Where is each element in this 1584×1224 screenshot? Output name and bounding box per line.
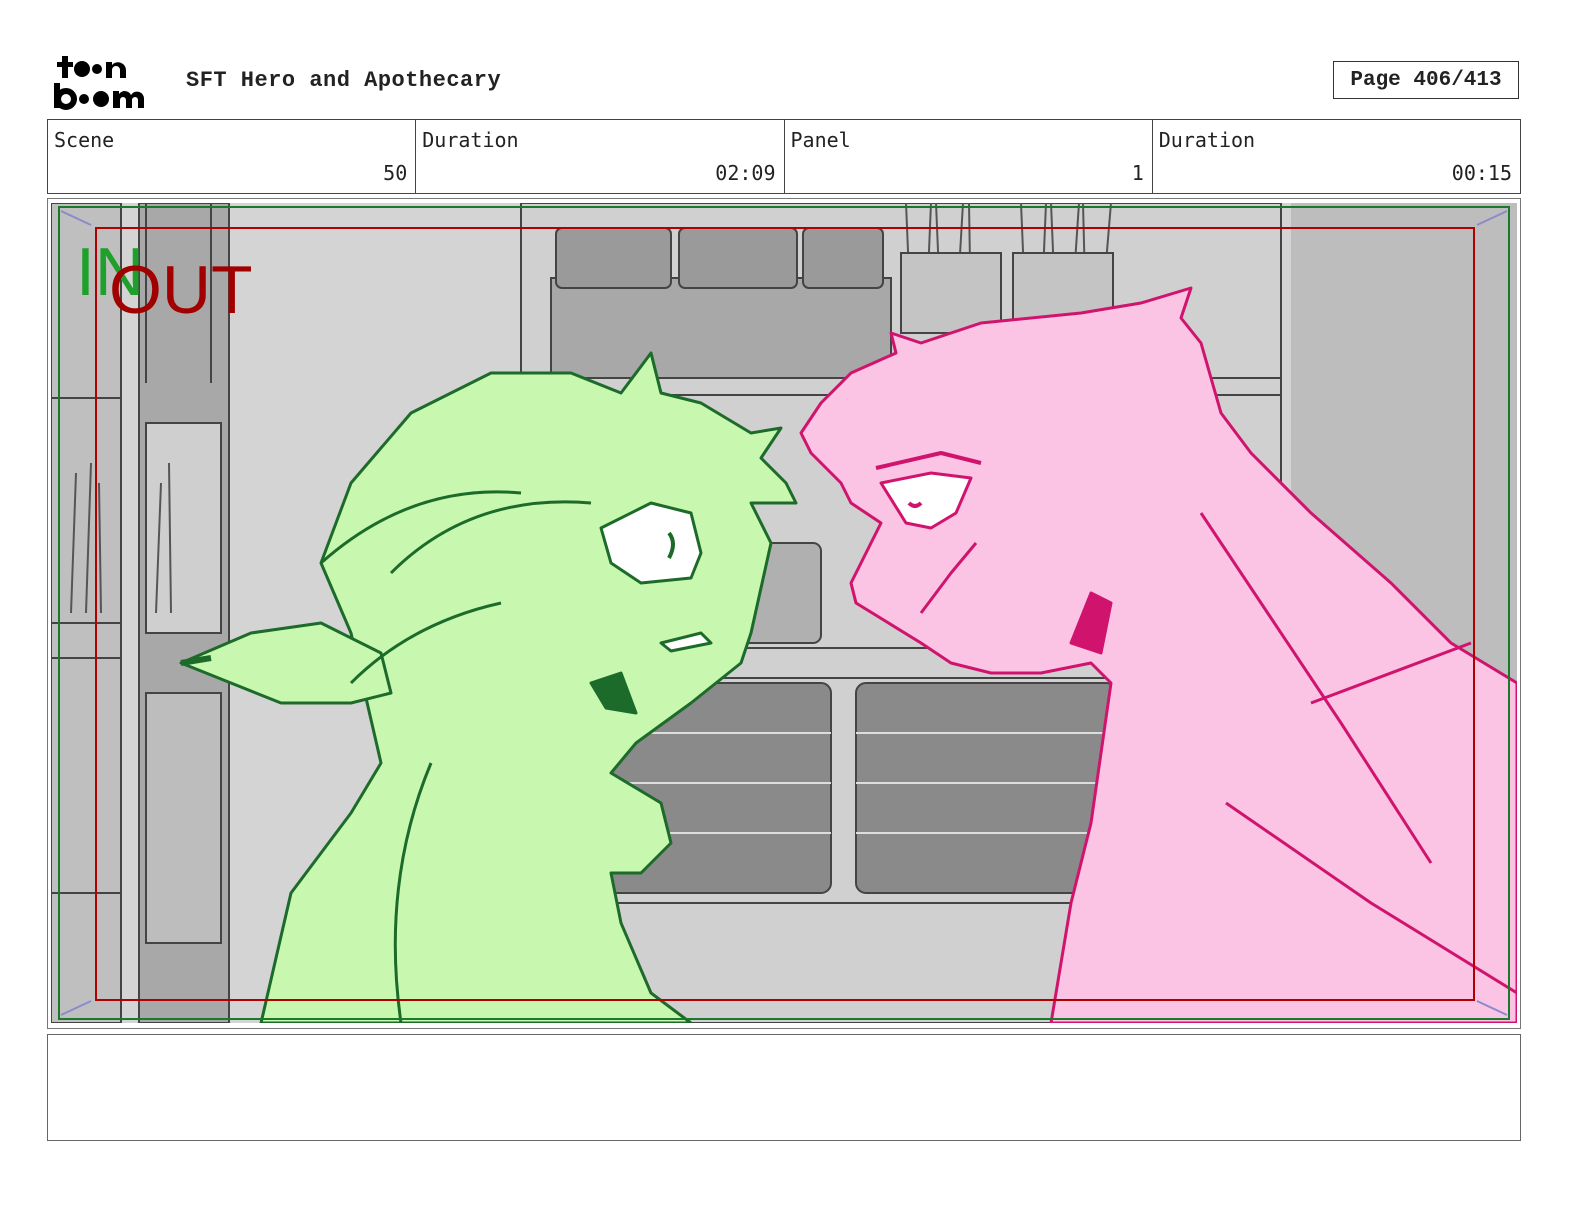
out-label: OUT [109,252,253,328]
notes-box [47,1034,1521,1141]
scene-duration-cell: Duration 02:09 [416,120,785,193]
page-number: Page 406/413 [1333,61,1519,99]
storyboard-frame: IN OUT [47,198,1521,1029]
panel-duration-cell: Duration 00:15 [1153,120,1520,193]
info-row: Scene 50 Duration 02:09 Panel 1 Duration… [47,119,1521,194]
panel-duration-value: 00:15 [1451,161,1512,185]
scene-duration-value: 02:09 [715,161,776,185]
scene-duration-label: Duration [422,128,519,152]
panel-cell: Panel 1 [785,120,1153,193]
document-title: SFT Hero and Apothecary [186,68,502,93]
scene-value: 50 [383,161,408,185]
panel-duration-label: Duration [1158,128,1256,152]
scene-label: Scene [54,128,115,152]
panel-drawing: IN OUT [51,203,1517,1023]
scene-cell: Scene 50 [48,120,417,193]
toonboom-logo [54,56,145,110]
panel-value: 1 [1131,161,1144,185]
panel-label: Panel [790,128,851,152]
